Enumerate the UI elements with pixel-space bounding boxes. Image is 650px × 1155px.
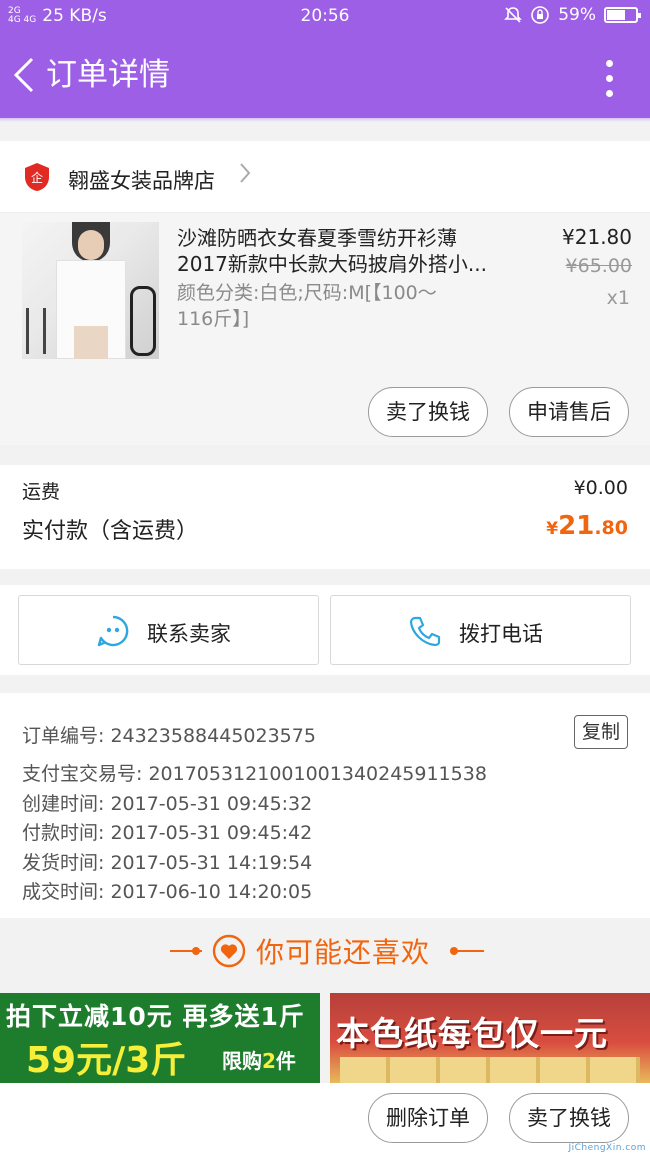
shipping-label: 运费 bbox=[22, 481, 61, 503]
order-info: 订单编号: 24323588445023575 复制 支付宝交易号: 20170… bbox=[0, 693, 650, 918]
product-sku-line2: 116斤】] bbox=[177, 308, 250, 330]
paid-decimal: .80 bbox=[594, 517, 628, 539]
chevron-right-icon[interactable] bbox=[238, 161, 252, 191]
paid-label: 实付款（含运费） bbox=[22, 519, 199, 544]
status-bar: 2G 4G 4G 25 KB/s 20:56 59% bbox=[0, 0, 650, 32]
recommend-title: 你可能还喜欢 bbox=[256, 936, 431, 969]
contact-seller-button[interactable]: 联系卖家 bbox=[18, 595, 319, 665]
divider-right bbox=[452, 950, 484, 952]
paid-integer: 21 bbox=[558, 511, 595, 541]
product-price: ¥21.80 bbox=[562, 225, 632, 249]
chat-icon bbox=[97, 615, 129, 647]
recommend-ad-paper[interactable]: 本色纸每包仅一元 bbox=[330, 993, 650, 1083]
completed-time: 成交时间: 2017-06-10 14:20:05 bbox=[22, 881, 313, 903]
delete-order-button[interactable]: 删除订单 bbox=[368, 1093, 488, 1143]
order-item: 沙滩防晒衣女春夏季雪纺开衫薄 2017新款中长款大码披肩外搭小... 颜色分类:… bbox=[0, 213, 650, 445]
paid-amount: ¥21.80 bbox=[546, 511, 628, 541]
created-time: 创建时间: 2017-05-31 09:45:32 bbox=[22, 793, 313, 815]
recommend-header: 你可能还喜欢 bbox=[0, 918, 650, 984]
shipping-value: ¥0.00 bbox=[573, 477, 628, 499]
shop-name[interactable]: 翱盛女装品牌店 bbox=[68, 165, 215, 195]
battery-percent: 59% bbox=[558, 5, 596, 25]
product-title-line1: 沙滩防晒衣女春夏季雪纺开衫薄 bbox=[177, 226, 457, 250]
watermark: JiChengXin.com bbox=[568, 1143, 646, 1153]
status-right: 59% bbox=[504, 5, 641, 25]
product-title-line2: 2017新款中长款大码披肩外搭小... bbox=[177, 252, 487, 276]
call-phone-label: 拨打电话 bbox=[459, 622, 543, 646]
paid-time: 付款时间: 2017-05-31 09:45:42 bbox=[22, 822, 313, 844]
battery-icon bbox=[604, 7, 641, 23]
contact-seller-label: 联系卖家 bbox=[147, 622, 231, 646]
product-quantity: x1 bbox=[606, 287, 630, 309]
ad2-product-boxes bbox=[340, 1057, 640, 1083]
product-title[interactable]: 沙滩防晒衣女春夏季雪纺开衫薄 2017新款中长款大码披肩外搭小... bbox=[177, 225, 512, 277]
ad1-limit: 限购2件 bbox=[222, 1049, 296, 1073]
shop-row[interactable]: 企 翱盛女装品牌店 bbox=[0, 141, 650, 213]
phone-icon bbox=[409, 616, 441, 647]
nav-bar: 订单详情 bbox=[0, 32, 650, 118]
call-phone-button[interactable]: 拨打电话 bbox=[330, 595, 631, 665]
svg-text:企: 企 bbox=[31, 170, 43, 185]
ad1-price: 59元/3斤 bbox=[26, 1040, 187, 1081]
shipped-time: 发货时间: 2017-05-31 14:19:54 bbox=[22, 852, 313, 874]
mute-icon bbox=[504, 7, 523, 23]
paid-currency: ¥ bbox=[546, 519, 559, 539]
more-menu-icon[interactable] bbox=[606, 60, 614, 97]
copy-button[interactable]: 复制 bbox=[574, 715, 628, 749]
ad2-headline: 本色纸每包仅一元 bbox=[336, 1014, 608, 1053]
ad1-headline: 拍下立减10元 再多送1斤 bbox=[6, 1002, 305, 1031]
dot-left bbox=[192, 947, 200, 955]
apply-aftersale-button[interactable]: 申请售后 bbox=[509, 387, 629, 437]
sell-for-cash-button[interactable]: 卖了换钱 bbox=[368, 387, 488, 437]
heart-icon bbox=[212, 934, 246, 968]
fee-summary: 运费 ¥0.00 实付款（含运费） ¥21.80 bbox=[0, 465, 650, 569]
lock-rotation-icon bbox=[531, 6, 550, 24]
back-arrow-icon[interactable] bbox=[12, 56, 36, 94]
product-sku-line1: 颜色分类:白色;尺码:M[【100〜 bbox=[177, 282, 437, 304]
page-title: 订单详情 bbox=[46, 57, 170, 93]
bottom-sell-for-cash-button[interactable]: 卖了换钱 bbox=[509, 1093, 629, 1143]
recommend-ad-rice[interactable]: 拍下立减10元 再多送1斤 59元/3斤 限购2件 bbox=[0, 993, 320, 1083]
original-price: ¥65.00 bbox=[565, 255, 632, 277]
nav-divider bbox=[0, 118, 650, 122]
product-sku: 颜色分类:白色;尺码:M[【100〜 116斤】] bbox=[177, 280, 497, 332]
bottom-action-bar: 删除订单 卖了换钱 JiChengXin.com bbox=[0, 1083, 650, 1155]
enterprise-shop-icon: 企 bbox=[25, 163, 49, 191]
order-number: 订单编号: 24323588445023575 bbox=[22, 725, 316, 747]
alipay-trade-number: 支付宝交易号: 2017053121001001340245911538 bbox=[22, 763, 487, 785]
product-image[interactable] bbox=[22, 222, 159, 359]
contact-section: 联系卖家 拨打电话 bbox=[0, 585, 650, 675]
